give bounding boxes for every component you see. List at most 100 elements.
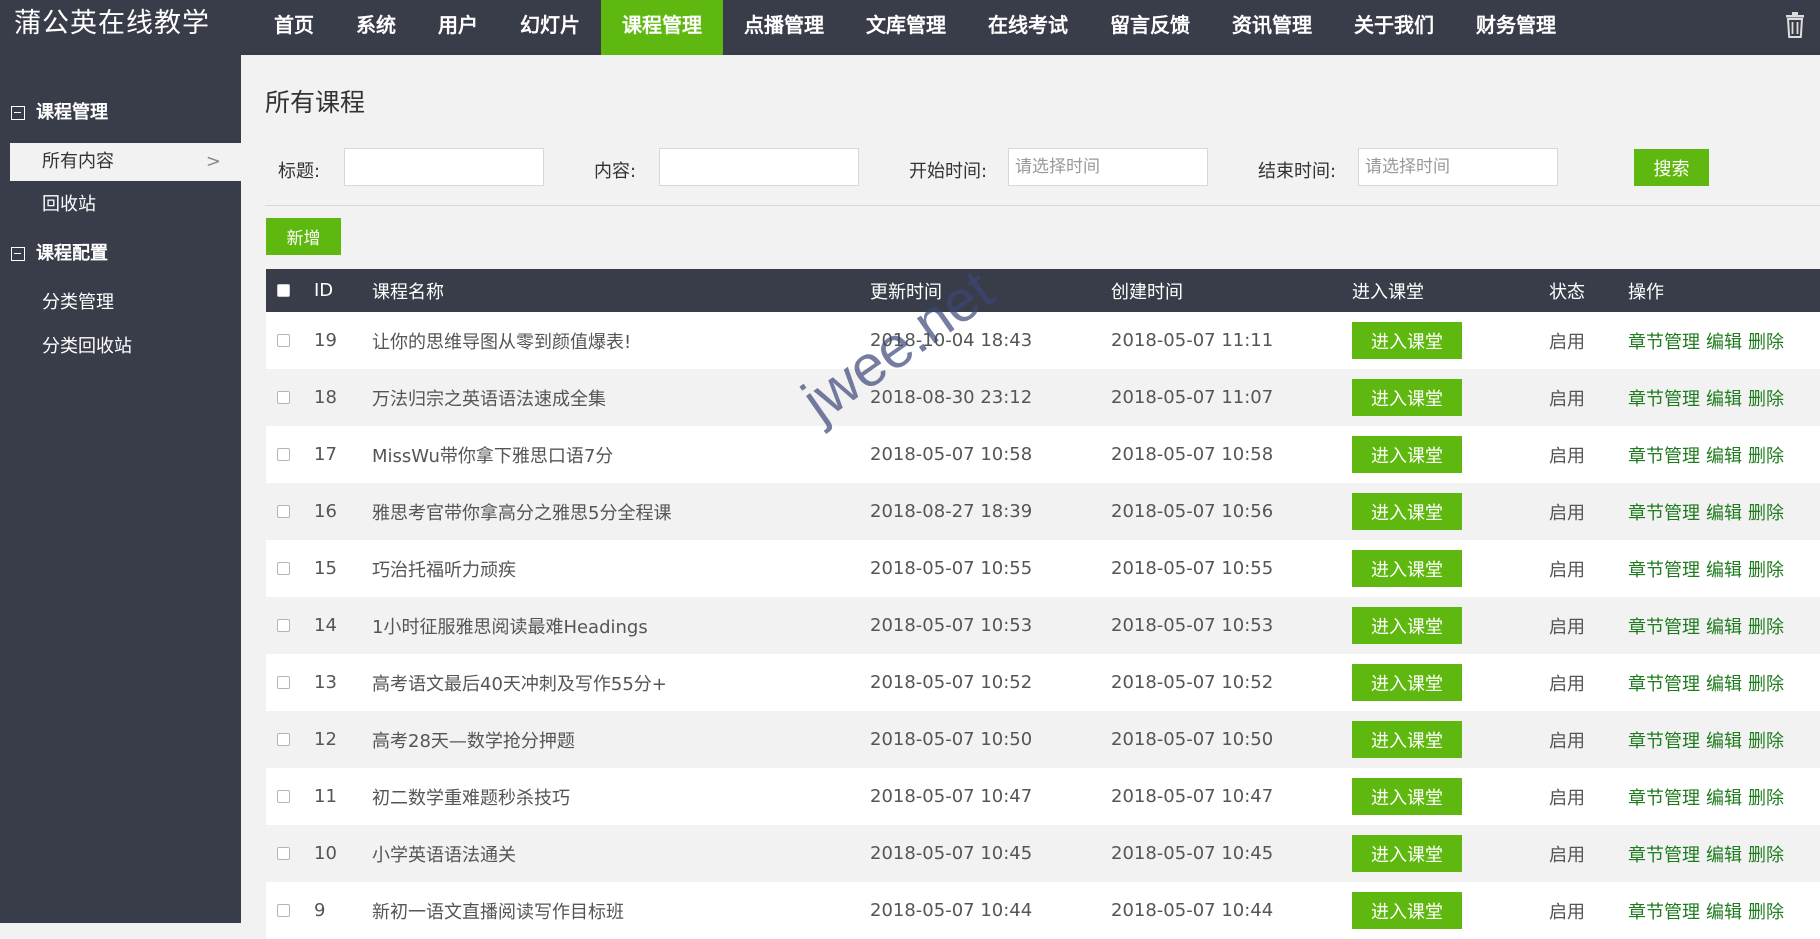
chapter-management-link[interactable]: 章节管理	[1628, 499, 1700, 525]
chapter-management-link[interactable]: 章节管理	[1628, 841, 1700, 867]
row-checkbox[interactable]	[277, 448, 290, 461]
nav-item[interactable]: 文库管理	[845, 0, 967, 55]
nav-item[interactable]: 课程管理	[601, 0, 723, 55]
row-status: 启用	[1549, 559, 1585, 581]
edit-link[interactable]: 编辑	[1706, 613, 1742, 639]
row-checkbox[interactable]	[277, 619, 290, 632]
search-button[interactable]: 搜索	[1634, 149, 1709, 186]
delete-link[interactable]: 删除	[1748, 727, 1784, 753]
row-checkbox[interactable]	[277, 904, 290, 917]
enter-class-button[interactable]: 进入课堂	[1352, 322, 1462, 359]
edit-link[interactable]: 编辑	[1706, 328, 1742, 354]
delete-link[interactable]: 删除	[1748, 385, 1784, 411]
divider	[265, 205, 1820, 206]
enter-class-button[interactable]: 进入课堂	[1352, 379, 1462, 416]
chapter-management-link[interactable]: 章节管理	[1628, 328, 1700, 354]
enter-class-button[interactable]: 进入课堂	[1352, 607, 1462, 644]
select-all-checkbox[interactable]	[277, 284, 290, 297]
enter-class-button[interactable]: 进入课堂	[1352, 892, 1462, 929]
row-checkbox[interactable]	[277, 562, 290, 575]
chapter-management-link[interactable]: 章节管理	[1628, 727, 1700, 753]
chapter-management-link[interactable]: 章节管理	[1628, 385, 1700, 411]
sidebar-item-category-recycle-bin[interactable]: 分类回收站	[10, 328, 241, 366]
edit-link[interactable]: 编辑	[1706, 442, 1742, 468]
delete-link[interactable]: 删除	[1748, 898, 1784, 924]
delete-link[interactable]: 删除	[1748, 499, 1784, 525]
nav-item[interactable]: 点播管理	[723, 0, 845, 55]
row-created: 2018-05-07 11:07	[1111, 387, 1274, 408]
chapter-management-link[interactable]: 章节管理	[1628, 670, 1700, 696]
edit-link[interactable]: 编辑	[1706, 670, 1742, 696]
table-row: 9 新初一语文直播阅读写作目标班 2018-05-07 10:44 2018-05-0…	[266, 882, 1820, 939]
enter-class-button[interactable]: 进入课堂	[1352, 721, 1462, 758]
title-filter-input[interactable]	[344, 148, 544, 186]
nav-item[interactable]: 关于我们	[1333, 0, 1455, 55]
chapter-management-link[interactable]: 章节管理	[1628, 613, 1700, 639]
delete-link[interactable]: 删除	[1748, 442, 1784, 468]
enter-class-button[interactable]: 进入课堂	[1352, 778, 1462, 815]
end-time-input[interactable]	[1358, 148, 1558, 186]
nav-item[interactable]: 留言反馈	[1089, 0, 1211, 55]
edit-link[interactable]: 编辑	[1706, 727, 1742, 753]
row-checkbox[interactable]	[277, 676, 290, 689]
table-row: 16 雅思考官带你拿高分之雅思5分全程课 2018-08-27 18:39 2018-…	[266, 483, 1820, 540]
row-checkbox[interactable]	[277, 790, 290, 803]
nav-item[interactable]: 系统	[335, 0, 417, 55]
delete-link[interactable]: 删除	[1748, 613, 1784, 639]
delete-link[interactable]: 删除	[1748, 841, 1784, 867]
row-checkbox[interactable]	[277, 334, 290, 347]
sidebar-item-all-content[interactable]: 所有内容 >	[10, 143, 241, 181]
row-id: 9	[314, 900, 326, 921]
chapter-management-link[interactable]: 章节管理	[1628, 898, 1700, 924]
row-checkbox[interactable]	[277, 505, 290, 518]
nav-item[interactable]: 幻灯片	[499, 0, 601, 55]
row-updated: 2018-05-07 10:47	[870, 786, 1033, 807]
nav-item[interactable]: 资讯管理	[1211, 0, 1333, 55]
row-actions: 章节管理 编辑 删除	[1628, 426, 1790, 483]
row-id: 19	[314, 330, 337, 351]
row-updated: 2018-05-07 10:53	[870, 615, 1033, 636]
edit-link[interactable]: 编辑	[1706, 784, 1742, 810]
start-time-input[interactable]	[1008, 148, 1208, 186]
enter-class-button[interactable]: 进入课堂	[1352, 835, 1462, 872]
chapter-management-link[interactable]: 章节管理	[1628, 442, 1700, 468]
sidebar-item-label: 分类管理	[42, 292, 114, 313]
delete-link[interactable]: 删除	[1748, 784, 1784, 810]
enter-class-button[interactable]: 进入课堂	[1352, 550, 1462, 587]
content-filter-input[interactable]	[659, 148, 859, 186]
edit-link[interactable]: 编辑	[1706, 898, 1742, 924]
delete-link[interactable]: 删除	[1748, 556, 1784, 582]
edit-link[interactable]: 编辑	[1706, 385, 1742, 411]
row-status: 启用	[1549, 616, 1585, 638]
row-checkbox[interactable]	[277, 847, 290, 860]
nav-item[interactable]: 财务管理	[1455, 0, 1577, 55]
row-created: 2018-05-07 10:44	[1111, 900, 1274, 921]
enter-class-button[interactable]: 进入课堂	[1352, 493, 1462, 530]
enter-class-button[interactable]: 进入课堂	[1352, 436, 1462, 473]
enter-class-button[interactable]: 进入课堂	[1352, 664, 1462, 701]
add-button[interactable]: 新增	[266, 218, 341, 255]
nav-item[interactable]: 首页	[253, 0, 335, 55]
chapter-management-link[interactable]: 章节管理	[1628, 556, 1700, 582]
delete-link[interactable]: 删除	[1748, 328, 1784, 354]
edit-link[interactable]: 编辑	[1706, 556, 1742, 582]
row-course-name: 让你的思维导图从零到颜值爆表!	[372, 331, 632, 353]
row-id: 15	[314, 558, 337, 579]
chapter-management-link[interactable]: 章节管理	[1628, 784, 1700, 810]
row-checkbox[interactable]	[277, 733, 290, 746]
sidebar-item-label: 所有内容	[42, 151, 114, 172]
row-checkbox[interactable]	[277, 391, 290, 404]
nav-item[interactable]: 用户	[417, 0, 499, 55]
nav-item[interactable]: 在线考试	[967, 0, 1089, 55]
trash-icon[interactable]	[1784, 12, 1806, 38]
sidebar-item-recycle-bin[interactable]: 回收站	[10, 186, 241, 224]
row-status: 启用	[1549, 388, 1585, 410]
sidebar-group-course-config[interactable]: 课程配置	[0, 237, 241, 271]
sidebar-item-category-management[interactable]: 分类管理	[10, 284, 241, 322]
edit-link[interactable]: 编辑	[1706, 841, 1742, 867]
row-id: 17	[314, 444, 337, 465]
edit-link[interactable]: 编辑	[1706, 499, 1742, 525]
delete-link[interactable]: 删除	[1748, 670, 1784, 696]
table-row: 11 初二数学重难题秒杀技巧 2018-05-07 10:47 2018-05-07 …	[266, 768, 1820, 825]
sidebar-group-course-management[interactable]: 课程管理	[0, 96, 241, 130]
